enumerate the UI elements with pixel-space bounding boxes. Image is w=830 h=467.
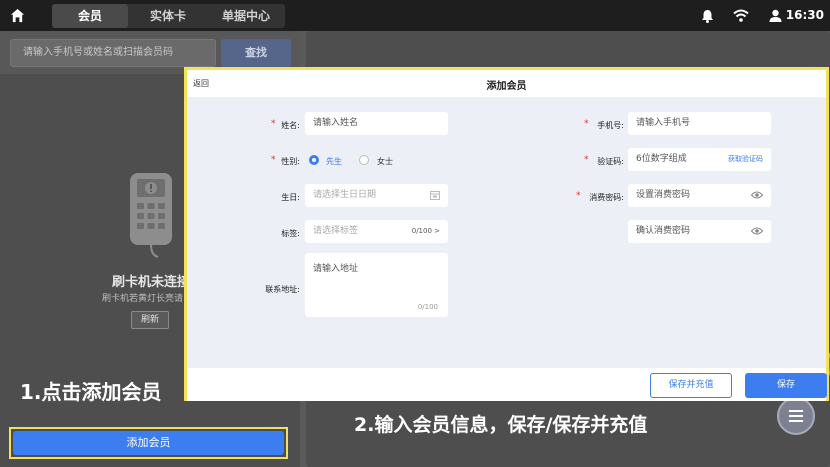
tags-placeholder: 请选择标签 [313, 226, 359, 236]
clock: 16:30 [785, 8, 824, 22]
tags-select[interactable]: 请选择标签 0/100 > [305, 220, 448, 243]
gender-male-radio[interactable] [309, 155, 319, 165]
wifi-icon[interactable] [733, 9, 749, 22]
reader-status-title: 刷卡机未连接 [112, 275, 191, 290]
name-input[interactable]: 请输入姓名 [305, 112, 448, 135]
code-placeholder: 6位数字组成 [636, 154, 687, 164]
step2-annotation: 2.输入会员信息，保存/保存并充值 [354, 414, 648, 436]
verification-code-input[interactable]: 6位数字组成 获取验证码 [628, 148, 771, 171]
add-member-dialog: 返回 添加会员 * 姓名: 请输入姓名 * 性别: 先生 女士 生日: 请选择生… [184, 67, 829, 401]
search-input[interactable]: 请输入手机号或姓名或扫描会员码 [10, 39, 216, 67]
reader-status-subtitle: 刷卡机若黄灯长亮请 [102, 294, 184, 304]
required-mark: * [576, 191, 581, 201]
gender-female-label[interactable]: 女士 [377, 156, 393, 167]
password-input[interactable]: 设置消费密码 [628, 184, 771, 207]
tags-count: 0/100 > [411, 227, 440, 235]
gender-male-label[interactable]: 先生 [326, 156, 342, 167]
required-mark: * [271, 155, 276, 165]
calendar-icon [430, 191, 440, 200]
search-button[interactable]: 查找 [221, 39, 291, 67]
code-label: 验证码: [597, 157, 624, 166]
refresh-button[interactable]: 刷新 [131, 311, 169, 329]
tab-document-center[interactable]: 单据中心 [208, 4, 284, 28]
password-placeholder: 设置消费密码 [636, 190, 691, 200]
birthday-label: 生日: [281, 193, 300, 202]
address-label: 联系地址: [265, 285, 300, 294]
add-member-highlight: 添加会员 [9, 427, 288, 459]
address-placeholder: 请输入地址 [313, 264, 359, 274]
address-count: 0/100 [417, 303, 438, 311]
floating-menu-icon[interactable] [777, 397, 815, 435]
phone-label: 手机号: [597, 121, 624, 130]
tags-label: 标签: [281, 229, 300, 238]
card-reader-icon [130, 173, 172, 258]
eye-icon[interactable] [751, 226, 763, 236]
add-member-button[interactable]: 添加会员 [13, 431, 284, 455]
required-mark: * [271, 119, 276, 129]
dialog-header: 返回 添加会员 [187, 70, 826, 97]
save-button[interactable]: 保存 [745, 373, 827, 398]
birthday-placeholder: 请选择生日日期 [313, 190, 377, 200]
confirm-password-placeholder: 确认消费密码 [636, 226, 691, 236]
bell-icon[interactable] [701, 9, 714, 23]
dialog-title: 添加会员 [486, 81, 527, 92]
tab-members[interactable]: 会员 [52, 4, 128, 28]
get-code-link[interactable]: 获取验证码 [728, 148, 763, 171]
birthday-input[interactable]: 请选择生日日期 [305, 184, 448, 207]
password-label: 消费密码: [589, 193, 624, 202]
tab-physical-card[interactable]: 实体卡 [130, 4, 206, 28]
top-bar: 会员 实体卡 单据中心 16:30 [0, 0, 830, 31]
dialog-footer: 保存并充值 保存 [187, 368, 827, 401]
save-and-recharge-button[interactable]: 保存并充值 [650, 373, 732, 398]
step1-annotation: 1.点击添加会员 [20, 380, 162, 404]
gender-female-radio[interactable] [359, 155, 369, 165]
home-icon[interactable] [10, 8, 25, 23]
eye-icon[interactable] [751, 190, 763, 200]
name-label: 姓名: [281, 121, 300, 130]
address-textarea[interactable]: 请输入地址 0/100 [305, 253, 448, 317]
phone-input[interactable]: 请输入手机号 [628, 112, 771, 135]
main-tabs: 会员 实体卡 单据中心 [52, 4, 285, 28]
user-icon[interactable] [769, 9, 782, 22]
gender-label: 性别: [281, 157, 300, 166]
confirm-password-input[interactable]: 确认消费密码 [628, 220, 771, 243]
